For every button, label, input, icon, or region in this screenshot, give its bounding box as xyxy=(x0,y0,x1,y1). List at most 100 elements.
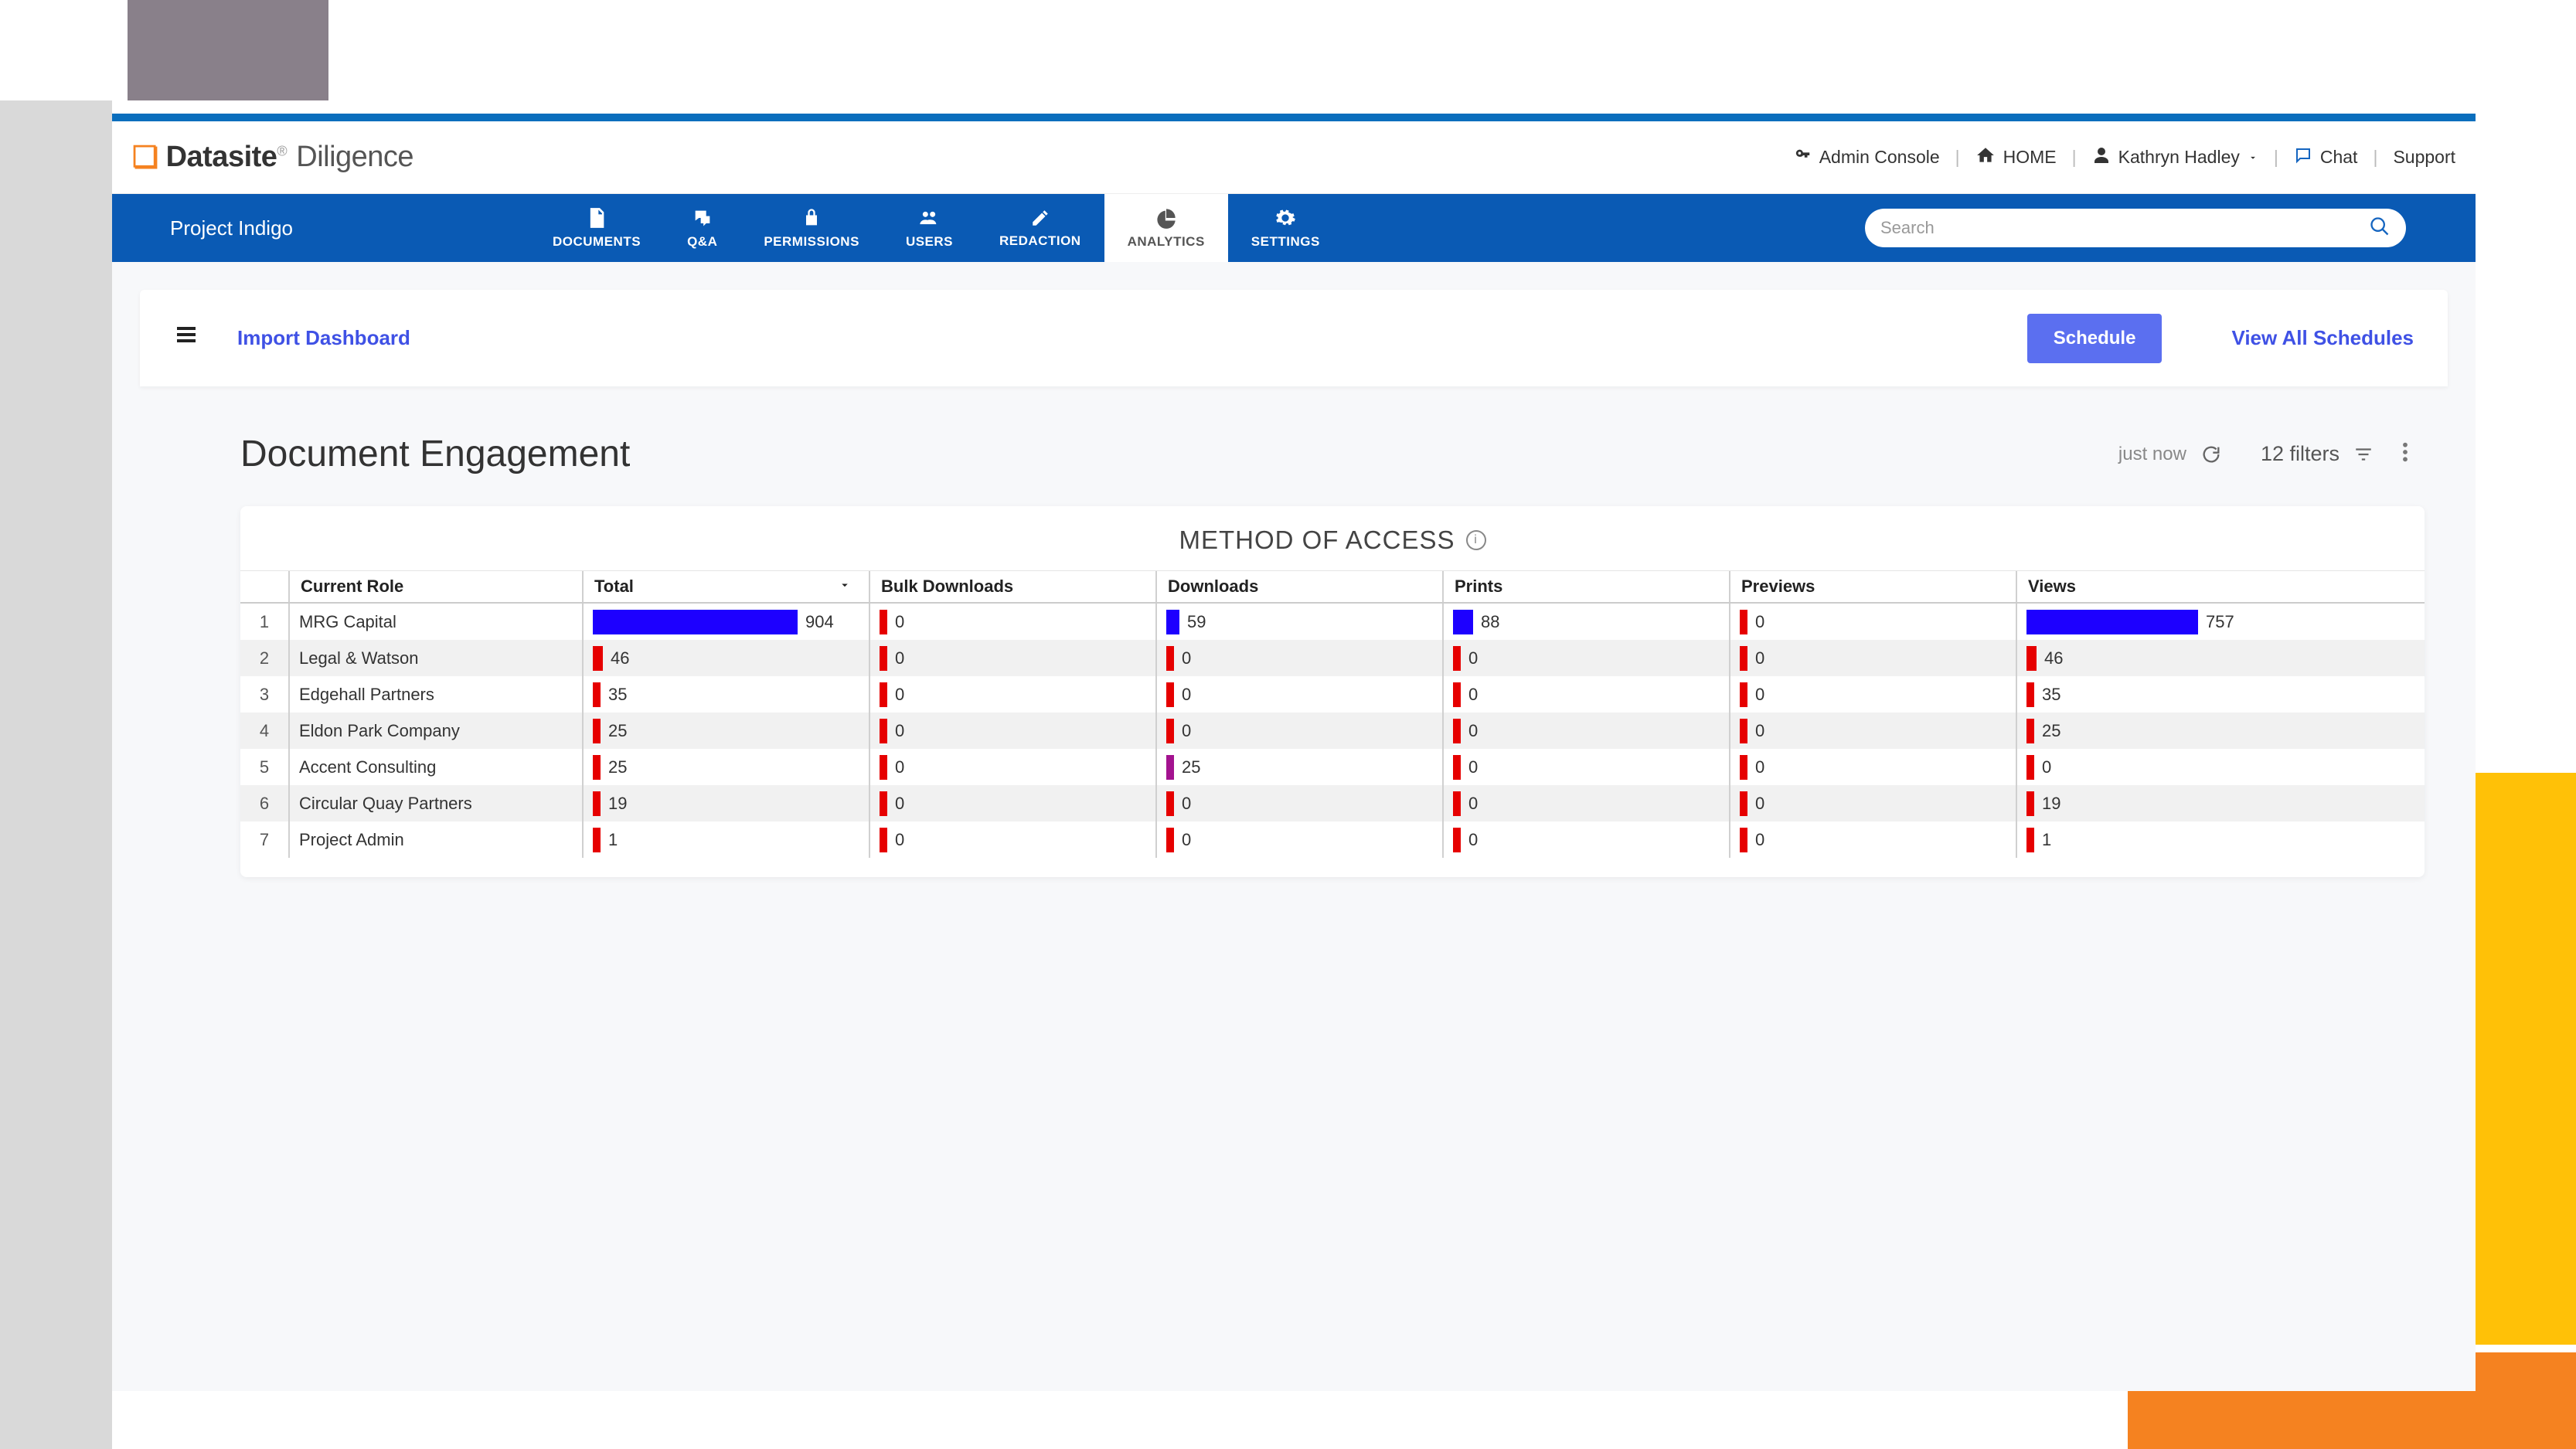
metric-cell: 0 xyxy=(869,676,1155,713)
user-icon xyxy=(2092,146,2111,169)
col-views[interactable]: Views xyxy=(2016,571,2302,602)
filters-count[interactable]: 12 filters xyxy=(2261,442,2339,466)
table-row[interactable]: 3Edgehall Partners35000035 xyxy=(240,676,2425,713)
app-frame: ❏ Datasite® Diligence Admin Console | HO… xyxy=(112,114,2476,1391)
table-row[interactable]: 1MRG Capital904059880757 xyxy=(240,604,2425,640)
metric-cell: 25 xyxy=(582,713,869,749)
caret-down-icon xyxy=(2248,147,2258,168)
page-title: Document Engagement xyxy=(240,433,630,475)
documents-icon xyxy=(586,207,607,233)
main-nav: Project Indigo DOCUMENTSQ&APERMISSIONSUS… xyxy=(112,194,2476,262)
metric-cell: 88 xyxy=(1442,604,1729,640)
role-name: Project Admin xyxy=(288,821,582,858)
key-icon xyxy=(1795,147,1812,168)
qa-icon xyxy=(692,207,713,233)
nav-tab-settings[interactable]: SETTINGS xyxy=(1228,194,1343,262)
metric-cell: 0 xyxy=(869,713,1155,749)
metric-cell: 0 xyxy=(1442,640,1729,676)
view-all-schedules-link[interactable]: View All Schedules xyxy=(2231,326,2414,350)
panel-title: METHOD OF ACCESS i xyxy=(240,526,2425,555)
nav-tab-permissions[interactable]: PERMISSIONS xyxy=(740,194,883,262)
metric-cell: 0 xyxy=(1729,713,2016,749)
col-downloads[interactable]: Downloads xyxy=(1155,571,1442,602)
row-number: 1 xyxy=(240,604,288,640)
filter-icon[interactable] xyxy=(2353,444,2374,464)
permissions-icon xyxy=(801,207,822,233)
nav-tab-analytics[interactable]: ANALYTICS xyxy=(1104,194,1228,262)
method-of-access-panel: METHOD OF ACCESS i Current Role Total Bu… xyxy=(240,506,2425,877)
brand-product: Diligence xyxy=(296,141,413,173)
schedule-button[interactable]: Schedule xyxy=(2027,314,2163,363)
decoration-gray-light xyxy=(0,100,112,1449)
user-menu[interactable]: Kathryn Hadley xyxy=(2092,146,2258,169)
metric-cell: 35 xyxy=(2016,676,2302,713)
row-number: 2 xyxy=(240,640,288,676)
search-field[interactable] xyxy=(1880,218,2361,238)
metric-cell: 0 xyxy=(869,604,1155,640)
logo[interactable]: ❏ Datasite® Diligence xyxy=(132,140,413,175)
metric-cell: 0 xyxy=(869,640,1155,676)
metric-cell: 0 xyxy=(1442,713,1729,749)
role-name: Circular Quay Partners xyxy=(288,785,582,821)
metric-cell: 59 xyxy=(1155,604,1442,640)
metric-cell: 1 xyxy=(582,821,869,858)
decoration-yellow xyxy=(2476,773,2576,1345)
col-prints[interactable]: Prints xyxy=(1442,571,1729,602)
header-links: Admin Console | HOME | Kathryn Hadley | xyxy=(1795,145,2455,170)
nav-tab-users[interactable]: USERS xyxy=(883,194,976,262)
info-icon[interactable]: i xyxy=(1466,530,1486,550)
metric-cell: 0 xyxy=(1155,821,1442,858)
nav-tab-documents[interactable]: DOCUMENTS xyxy=(529,194,664,262)
metric-cell: 0 xyxy=(869,749,1155,785)
metric-cell: 19 xyxy=(582,785,869,821)
table-row[interactable]: 7Project Admin100001 xyxy=(240,821,2425,858)
col-bulk-downloads[interactable]: Bulk Downloads xyxy=(869,571,1155,602)
role-name: MRG Capital xyxy=(288,604,582,640)
table-row[interactable]: 4Eldon Park Company25000025 xyxy=(240,713,2425,749)
search-icon[interactable] xyxy=(2369,216,2391,241)
metric-cell: 19 xyxy=(2016,785,2302,821)
engagement-table: Current Role Total Bulk Downloads Downlo… xyxy=(240,570,2425,858)
table-row[interactable]: 2Legal & Watson46000046 xyxy=(240,640,2425,676)
metric-cell: 0 xyxy=(2016,749,2302,785)
chat-icon xyxy=(2294,146,2312,169)
metric-cell: 0 xyxy=(1729,604,2016,640)
home-link[interactable]: HOME xyxy=(1975,145,2057,170)
role-name: Accent Consulting xyxy=(288,749,582,785)
metric-cell: 1 xyxy=(2016,821,2302,858)
page-header: Document Engagement just now 12 filters xyxy=(140,386,2448,506)
row-number: 6 xyxy=(240,785,288,821)
nav-tab-qa[interactable]: Q&A xyxy=(664,194,740,262)
metric-cell: 35 xyxy=(582,676,869,713)
metric-cell: 0 xyxy=(1442,676,1729,713)
col-current-role[interactable]: Current Role xyxy=(288,571,582,602)
metric-cell: 46 xyxy=(582,640,869,676)
chat-link[interactable]: Chat xyxy=(2294,146,2358,169)
metric-cell: 0 xyxy=(1442,749,1729,785)
more-menu[interactable] xyxy=(2401,441,2409,467)
col-previews[interactable]: Previews xyxy=(1729,571,2016,602)
nav-tab-redaction[interactable]: REDACTION xyxy=(976,194,1104,262)
table-header: Current Role Total Bulk Downloads Downlo… xyxy=(240,570,2425,604)
support-link[interactable]: Support xyxy=(2393,147,2455,168)
table-row[interactable]: 5Accent Consulting25025000 xyxy=(240,749,2425,785)
metric-cell: 0 xyxy=(1442,785,1729,821)
top-strip xyxy=(112,114,2476,121)
metric-cell: 25 xyxy=(2016,713,2302,749)
metric-cell: 0 xyxy=(1155,713,1442,749)
search-input[interactable] xyxy=(1865,209,2406,247)
metric-cell: 0 xyxy=(869,785,1155,821)
dashboard-toolbar: Import Dashboard Schedule View All Sched… xyxy=(140,290,2448,386)
refresh-button[interactable] xyxy=(2200,444,2222,465)
decoration-gray-dark xyxy=(128,0,328,100)
project-name[interactable]: Project Indigo xyxy=(112,194,529,262)
role-name: Eldon Park Company xyxy=(288,713,582,749)
col-total[interactable]: Total xyxy=(582,571,869,602)
table-row[interactable]: 6Circular Quay Partners19000019 xyxy=(240,785,2425,821)
metric-cell: 757 xyxy=(2016,604,2302,640)
home-icon xyxy=(1975,145,1996,170)
hamburger-icon[interactable] xyxy=(174,321,199,355)
admin-console-link[interactable]: Admin Console xyxy=(1795,147,1940,168)
import-dashboard-button[interactable]: Import Dashboard xyxy=(237,326,410,350)
brand-name: Datasite xyxy=(166,141,277,173)
